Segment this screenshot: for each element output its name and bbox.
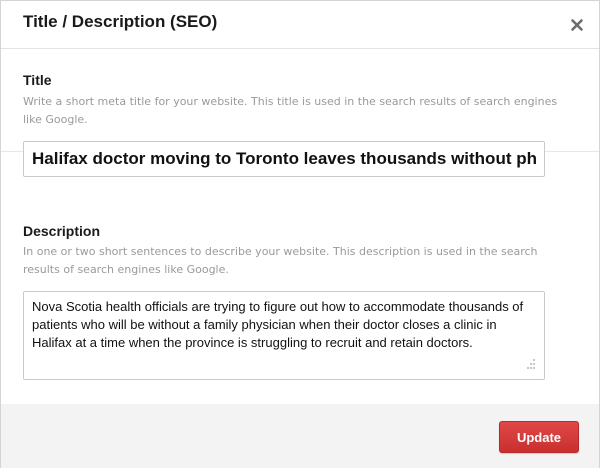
title-label: Title [23, 72, 52, 88]
title-section: Title Write a short meta title for your … [1, 1, 599, 152]
title-input[interactable] [23, 141, 545, 177]
description-label: Description [23, 223, 101, 239]
title-help-text: Write a short meta title for your websit… [23, 95, 558, 126]
resize-handle-icon[interactable] [523, 357, 537, 371]
seo-dialog: Title / Description (SEO) Title Write a … [0, 0, 600, 468]
update-button[interactable]: Update [499, 421, 579, 453]
description-textarea[interactable]: Nova Scotia health officials are trying … [23, 291, 545, 380]
description-help-text: In one or two short sentences to describ… [23, 245, 538, 276]
